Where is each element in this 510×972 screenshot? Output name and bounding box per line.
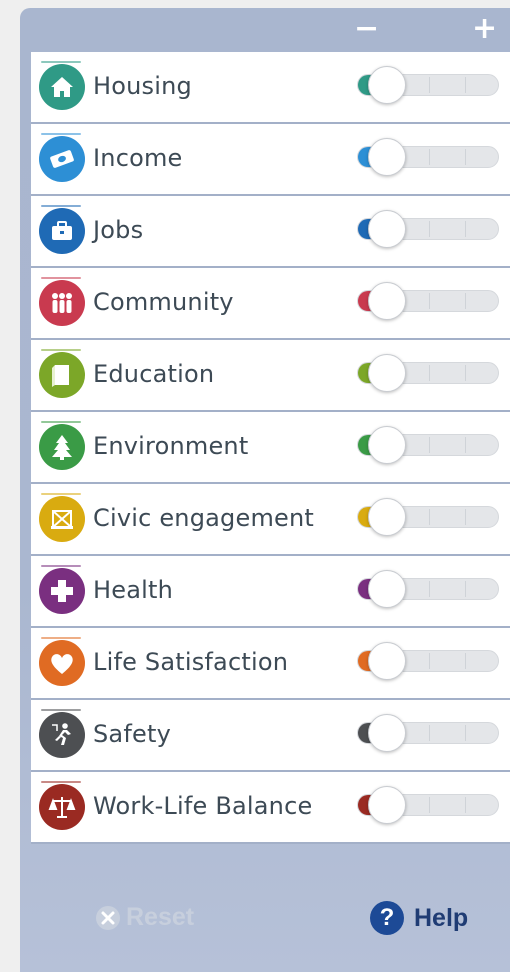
slider-tick: [464, 365, 466, 381]
money-icon: [39, 133, 85, 182]
scale-icon: [39, 781, 85, 830]
zoom-out-button[interactable]: −: [354, 14, 379, 44]
house-icon: [39, 61, 85, 110]
slider-tick: [464, 725, 466, 741]
topic-label: Community: [93, 288, 234, 316]
life-satisfaction-slider[interactable]: [357, 642, 499, 680]
slider-knob[interactable]: [368, 210, 406, 248]
slider-tick: [429, 293, 430, 309]
runner-icon: [39, 709, 85, 758]
slider-tick: [464, 653, 466, 669]
cross-icon: [39, 565, 85, 614]
slider-tick: [464, 221, 466, 237]
topic-row-environment: Environment: [31, 412, 510, 484]
help-label: Help: [414, 903, 469, 932]
slider-tick: [429, 221, 430, 237]
community-slider[interactable]: [357, 282, 499, 320]
slider-knob[interactable]: [368, 138, 406, 176]
slider-tick: [429, 725, 430, 741]
slider-tick: [464, 77, 466, 93]
slider-tick: [429, 365, 430, 381]
topic-row-jobs: Jobs: [31, 196, 510, 268]
work-life-balance-slider[interactable]: [357, 786, 499, 824]
slider-tick: [429, 77, 430, 93]
slider-tick: [464, 293, 466, 309]
slider-tick: [464, 581, 466, 597]
topic-row-education: Education: [31, 340, 510, 412]
zoom-in-button[interactable]: +: [472, 14, 497, 44]
education-slider[interactable]: [357, 354, 499, 392]
income-slider[interactable]: [357, 138, 499, 176]
topic-label: Housing: [93, 72, 192, 100]
slider-tick: [464, 149, 466, 165]
jobs-slider[interactable]: [357, 210, 499, 248]
slider-tick: [464, 509, 466, 525]
topic-row-income: Income: [31, 124, 510, 196]
slider-knob[interactable]: [368, 570, 406, 608]
slider-knob[interactable]: [368, 66, 406, 104]
topic-row-life-satisfaction: Life Satisfaction: [31, 628, 510, 700]
slider-tick: [429, 149, 430, 165]
health-slider[interactable]: [357, 570, 499, 608]
topic-row-work-life-balance: Work-Life Balance: [31, 772, 510, 844]
slider-knob[interactable]: [368, 714, 406, 752]
tree-icon: [39, 421, 85, 470]
topic-label: Work-Life Balance: [93, 792, 313, 820]
briefcase-icon: [39, 205, 85, 254]
topic-label: Safety: [93, 720, 171, 748]
topic-label: Health: [93, 576, 174, 604]
heart-icon: [39, 637, 85, 686]
slider-knob[interactable]: [368, 426, 406, 464]
topic-label: Civic engagement: [93, 504, 315, 532]
reset-button[interactable]: Reset: [96, 903, 194, 932]
help-button[interactable]: ? Help: [370, 901, 468, 935]
panel-footer: Reset ? Help: [20, 868, 510, 972]
reset-label: Reset: [126, 903, 195, 931]
civic-engagement-slider[interactable]: [357, 498, 499, 536]
topic-row-civic-engagement: Civic engagement: [31, 484, 510, 556]
topic-row-housing: Housing: [31, 52, 510, 124]
slider-knob[interactable]: [368, 642, 406, 680]
topic-label: Education: [93, 360, 215, 388]
topic-list: Housing Income Jobs Community Education: [31, 52, 510, 844]
topic-label: Jobs: [93, 216, 144, 244]
housing-slider[interactable]: [357, 66, 499, 104]
slider-knob[interactable]: [368, 498, 406, 536]
zoom-controls: − +: [20, 8, 510, 54]
environment-slider[interactable]: [357, 426, 499, 464]
slider-tick: [464, 437, 466, 453]
slider-tick: [429, 797, 430, 813]
slider-tick: [429, 581, 430, 597]
topic-label: Income: [93, 144, 183, 172]
slider-tick: [464, 797, 466, 813]
slider-knob[interactable]: [368, 786, 406, 824]
close-circle-icon: [96, 905, 120, 930]
slider-tick: [429, 653, 430, 669]
ballot-icon: [39, 493, 85, 542]
topic-label: Environment: [93, 432, 249, 460]
safety-slider[interactable]: [357, 714, 499, 752]
slider-knob[interactable]: [368, 282, 406, 320]
topic-row-safety: Safety: [31, 700, 510, 772]
topic-label: Life Satisfaction: [93, 648, 289, 676]
help-icon: ?: [370, 901, 404, 935]
slider-tick: [429, 437, 430, 453]
book-icon: [39, 349, 85, 398]
slider-tick: [429, 509, 430, 525]
people-icon: [39, 277, 85, 326]
topic-row-community: Community: [31, 268, 510, 340]
slider-knob[interactable]: [368, 354, 406, 392]
topic-row-health: Health: [31, 556, 510, 628]
